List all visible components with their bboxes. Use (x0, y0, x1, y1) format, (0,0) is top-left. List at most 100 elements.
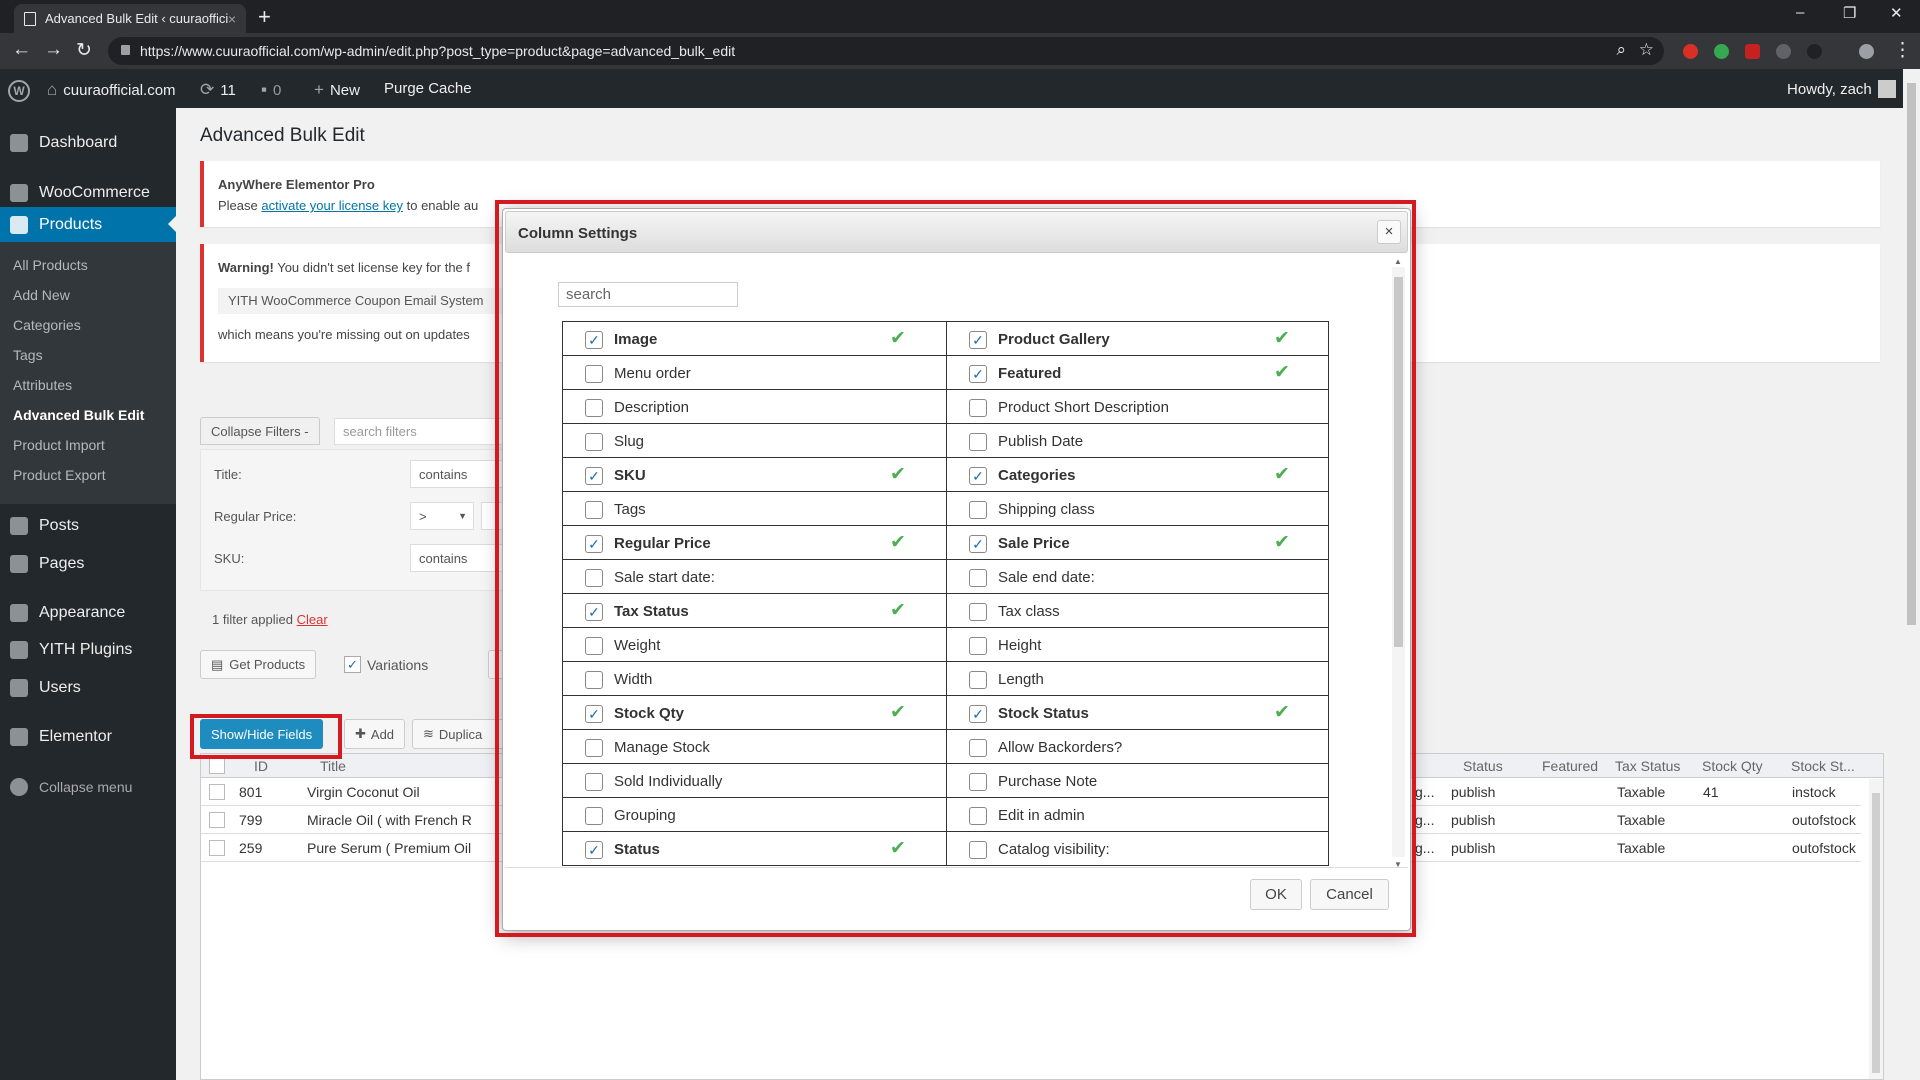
new-content-link[interactable]: + New (314, 80, 360, 100)
page-scrollbar[interactable] (1903, 69, 1920, 1080)
variations-toggle[interactable]: ✓ Variations (344, 656, 428, 673)
submenu-product-export[interactable]: Product Export (13, 467, 106, 483)
col-header-id[interactable]: ID (254, 758, 268, 774)
comments-link[interactable]: ▪ 0 (261, 80, 281, 100)
my-account-link[interactable]: Howdy, zach (1787, 80, 1896, 98)
page-title: Advanced Bulk Edit (200, 125, 365, 146)
filter-label-sku: SKU: (214, 551, 245, 566)
grid-scrollbar[interactable] (1869, 779, 1883, 1079)
lock-icon (121, 45, 130, 55)
submenu-add-new[interactable]: Add New (13, 287, 70, 303)
avatar (1877, 80, 1896, 98)
sidebar-item-appearance[interactable]: Appearance (0, 596, 176, 630)
printer-icon: ▤ (211, 656, 224, 672)
plus-icon: + (314, 80, 324, 99)
submenu-tags[interactable]: Tags (13, 347, 43, 363)
sidebar-item-woocommerce[interactable]: WooCommerce (0, 176, 176, 210)
notice-title: AnyWhere Elementor Pro (218, 177, 375, 192)
browser-tab-bar: Advanced Bulk Edit ‹ cuuraoffici × + – ❐… (0, 0, 1920, 33)
plugin-name-box: YITH WooCommerce Coupon Email System (218, 288, 518, 314)
minimize-icon[interactable]: – (1796, 4, 1804, 21)
browser-tab[interactable]: Advanced Bulk Edit ‹ cuuraoffici × (14, 4, 246, 33)
search-filters-input[interactable]: search filters (334, 418, 514, 445)
warning-missing-text: which means you're missing out on update… (218, 327, 470, 342)
row-checkbox[interactable] (209, 840, 225, 856)
close-window-icon[interactable]: ✕ (1890, 4, 1903, 22)
submenu-attributes[interactable]: Attributes (13, 377, 72, 393)
extension-icon[interactable] (1776, 44, 1791, 59)
new-tab-icon[interactable]: + (258, 4, 271, 30)
elementor-icon (10, 728, 28, 746)
duplicate-button[interactable]: ≋ Duplica (412, 719, 507, 749)
highlight-show-hide-fields (190, 714, 342, 759)
cell-tax-status: Taxable (1617, 840, 1666, 856)
woocommerce-icon (10, 184, 28, 202)
submenu-all-products[interactable]: All Products (13, 257, 88, 273)
extension-icon[interactable] (1745, 44, 1760, 59)
filter-status: 1 filter applied Clear (212, 612, 328, 627)
comment-icon: ▪ (261, 80, 268, 99)
row-checkbox[interactable] (209, 784, 225, 800)
clear-filters-link[interactable]: Clear (297, 612, 328, 627)
sidebar-item-posts[interactable]: Posts (0, 509, 176, 543)
filter-panel: Title: contains Regular Price: > ▼ SKU: c… (200, 449, 540, 591)
page-icon (24, 11, 36, 26)
forward-icon[interactable]: → (44, 39, 63, 61)
dropdown-arrow-icon: ▼ (458, 511, 467, 521)
activate-license-link[interactable]: activate your license key (261, 198, 403, 213)
cell-stock-qty: 41 (1703, 784, 1719, 800)
sidebar-item-products[interactable]: Products (0, 207, 176, 242)
col-header-stock-status[interactable]: Stock St... (1791, 758, 1855, 774)
col-header-featured[interactable]: Featured (1542, 758, 1598, 774)
regular-price-op-select[interactable]: > ▼ (410, 502, 474, 530)
cell-stock-status: outofstock (1792, 840, 1856, 856)
cell-status: publish (1451, 812, 1496, 828)
extension-icon[interactable] (1683, 44, 1698, 59)
products-icon (10, 215, 28, 234)
sidebar-item-dashboard[interactable]: Dashboard (0, 126, 176, 160)
pages-icon (10, 555, 28, 573)
notice-text: Please activate your license key to enab… (218, 198, 479, 213)
submenu-product-import[interactable]: Product Import (13, 437, 105, 453)
cell-title: Miracle Oil ( with French R (307, 812, 472, 828)
collapse-filters-button[interactable]: Collapse Filters - (200, 417, 320, 445)
browser-menu-icon[interactable]: ⋮ (1893, 39, 1912, 62)
col-header-status[interactable]: Status (1463, 758, 1503, 774)
sidebar-item-users[interactable]: Users (0, 671, 176, 705)
bookmark-star-icon[interactable]: ☆ (1639, 40, 1654, 60)
col-header-title[interactable]: Title (320, 758, 346, 774)
submenu-categories[interactable]: Categories (13, 317, 81, 333)
submenu-advanced-bulk-edit[interactable]: Advanced Bulk Edit (13, 407, 144, 423)
reload-icon[interactable]: ↻ (76, 39, 92, 62)
url-text: https://www.cuuraofficial.com/wp-admin/e… (140, 43, 736, 59)
variations-checkbox[interactable]: ✓ (344, 656, 361, 673)
add-button[interactable]: ✚ Add (344, 719, 406, 749)
updates-link[interactable]: ⟳ 11 (200, 80, 236, 100)
extension-icon[interactable] (1714, 44, 1729, 59)
cell-tax-status: Taxable (1617, 784, 1666, 800)
sidebar-item-yith[interactable]: YITH Plugins (0, 633, 176, 667)
url-field[interactable]: https://www.cuuraofficial.com/wp-admin/e… (108, 37, 1664, 65)
profile-avatar[interactable] (1859, 44, 1874, 59)
sidebar-item-elementor[interactable]: Elementor (0, 720, 176, 754)
purge-cache-link[interactable]: Purge Cache (384, 80, 472, 97)
col-header-stock-qty[interactable]: Stock Qty (1702, 758, 1763, 774)
col-header-tax-status[interactable]: Tax Status (1615, 758, 1680, 774)
back-icon[interactable]: ← (12, 39, 31, 61)
extension-icon[interactable] (1807, 44, 1822, 59)
row-checkbox[interactable] (209, 812, 225, 828)
yith-icon (10, 641, 28, 659)
site-name-link[interactable]: ⌂ cuuraofficial.com (47, 80, 176, 100)
address-bar-row: ← → ↻ https://www.cuuraofficial.com/wp-a… (0, 33, 1920, 69)
restore-icon[interactable]: ❐ (1843, 4, 1856, 22)
products-submenu: All Products Add New Categories Tags Att… (0, 242, 176, 504)
get-products-button[interactable]: ▤ Get Products (200, 650, 317, 679)
cell-truncated: g... (1415, 784, 1435, 800)
zoom-icon[interactable]: ⌕ (1616, 40, 1626, 60)
sidebar-item-pages[interactable]: Pages (0, 547, 176, 581)
select-all-checkbox[interactable] (209, 758, 225, 774)
wordpress-logo-icon[interactable]: W (8, 80, 30, 102)
cell-truncated: g... (1415, 840, 1435, 856)
tab-close-icon[interactable]: × (228, 11, 236, 27)
collapse-menu-button[interactable]: Collapse menu (0, 770, 176, 804)
